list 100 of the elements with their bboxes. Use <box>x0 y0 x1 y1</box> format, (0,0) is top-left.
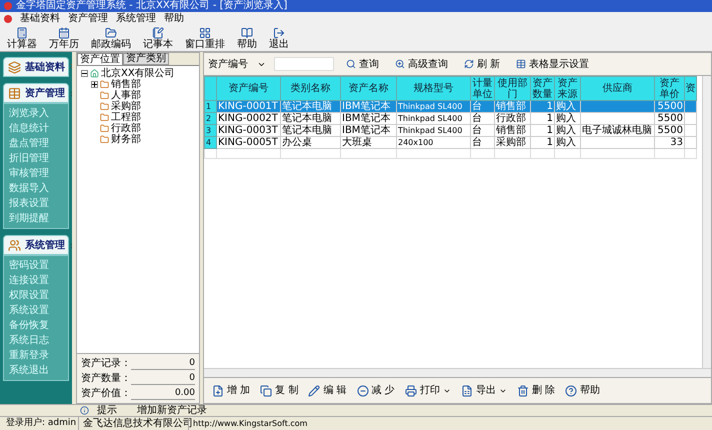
summary-label: 资产记录： <box>81 358 131 370</box>
action-button[interactable]: 导出 <box>460 383 507 398</box>
folder-icon <box>100 135 109 144</box>
calculator-icon <box>16 26 28 38</box>
summary-label: 资产数量： <box>81 372 131 384</box>
tree-node[interactable]: 采购部 <box>111 101 141 112</box>
book-icon <box>241 26 253 38</box>
column-header[interactable]: 计量单位 <box>470 76 494 100</box>
column-header[interactable]: 资产名称 <box>340 76 396 100</box>
action-button[interactable]: 复 制 <box>260 383 298 398</box>
column-header[interactable]: 资产来源 <box>554 76 580 100</box>
folder-icon <box>100 113 109 122</box>
action-button[interactable]: 帮助 <box>564 383 600 398</box>
menu-item[interactable]: 资产管理 <box>68 12 108 24</box>
search-action-button[interactable]: 查询 <box>342 56 383 72</box>
column-header[interactable]: 使用部门 <box>494 76 530 100</box>
toolbar-button[interactable]: 退出 <box>266 26 292 50</box>
action-button[interactable]: 删 除 <box>516 383 555 398</box>
table-cell: 台 <box>470 136 494 148</box>
column-header[interactable]: 资产数量 <box>530 76 554 100</box>
toolbar-button[interactable]: 万年历 <box>46 26 82 50</box>
section-header[interactable]: 基础资料 <box>3 57 69 77</box>
action-button[interactable]: 减 少 <box>356 383 395 398</box>
column-header[interactable]: 资产编号 <box>216 76 280 100</box>
toolbar-button[interactable]: 记事本 <box>140 26 176 50</box>
table-cell: 1 <box>530 136 554 148</box>
summary-label: 资产价值： <box>81 388 131 400</box>
corner-cell <box>204 76 216 100</box>
table-cell: 33 <box>654 136 684 148</box>
expand-icon[interactable] <box>91 81 98 88</box>
folder-icon <box>100 124 109 133</box>
row-number: 2 <box>204 112 216 124</box>
action-button[interactable]: 打印 <box>404 383 451 398</box>
row-number: 4 <box>204 136 216 148</box>
tree-node[interactable]: 工程部 <box>111 112 141 123</box>
tree-node[interactable]: 北京XX有限公司 <box>101 68 175 79</box>
table-cell: KING-0005T <box>216 136 280 148</box>
file-plus-icon <box>212 384 224 396</box>
info-icon <box>80 406 89 415</box>
section-title: 资产管理 <box>25 86 65 100</box>
calendar-icon <box>58 26 70 38</box>
action-button[interactable]: 编 辑 <box>308 383 347 398</box>
trash-icon <box>516 384 529 396</box>
field-dropdown[interactable]: 资产编号 <box>208 56 266 72</box>
column-header[interactable]: 资 <box>684 76 696 100</box>
tree-node[interactable]: 行政部 <box>111 123 141 134</box>
collapse-icon[interactable] <box>81 70 88 77</box>
grid-icon <box>199 26 211 38</box>
status-user: 登录用户: admin <box>6 416 76 430</box>
search-icon <box>346 59 356 69</box>
spreadsheet-icon <box>460 384 473 396</box>
column-header[interactable]: 供应商 <box>580 76 654 100</box>
section-title: 系统管理 <box>25 238 65 252</box>
printer-icon <box>404 384 417 396</box>
house-icon <box>90 69 99 78</box>
tree-node[interactable]: 财务部 <box>111 134 141 145</box>
hint-label: 提示 <box>97 405 117 416</box>
exit-icon <box>273 26 285 38</box>
column-header[interactable]: 资产单价 <box>654 76 684 100</box>
copy-icon <box>260 384 272 396</box>
toolbar-button[interactable]: 帮助 <box>234 26 260 50</box>
toolbar-button[interactable]: 窗口重排 <box>182 26 228 50</box>
toolbar-button[interactable]: 计算器 <box>4 26 40 50</box>
summary-value: 0.00 <box>131 387 195 400</box>
table-cell: 购入 <box>554 136 580 148</box>
table-row[interactable]: 2 KING-0002T 笔记本电脑 IBM笔记本 Thinkpad SL400 台 行政部 1 购入 5500 <box>204 112 696 124</box>
notebook-icon <box>152 26 164 38</box>
section-header[interactable]: 资产管理 <box>3 83 69 103</box>
column-header[interactable]: 类别名称 <box>280 76 340 100</box>
search-action-button[interactable]: 高级查询 <box>391 56 452 72</box>
hint-message: 增加新资产记录 <box>137 405 207 416</box>
pencil-icon <box>308 384 320 396</box>
zoom-icon <box>395 59 405 69</box>
tree-node[interactable]: 销售部 <box>111 79 141 90</box>
table-cell: 大班桌 <box>340 136 396 148</box>
search-action-button[interactable]: 表格显示设置 <box>512 56 594 72</box>
menu-item[interactable]: 基础资料 <box>20 12 60 24</box>
table-icon <box>516 59 526 69</box>
table-row[interactable]: 1 KING-0001T 笔记本电脑 IBM笔记本 Thinkpad SL400 台 销售部 1 购入 5500 <box>204 100 696 112</box>
table-cell: 240x100 <box>396 136 470 148</box>
minus-icon <box>356 384 369 396</box>
menu-item[interactable]: 系统管理 <box>116 12 156 24</box>
section-header[interactable]: 系统管理 <box>3 235 69 255</box>
tab[interactable]: 资产位置 <box>77 53 123 65</box>
table-row[interactable]: 3 KING-0003T 笔记本电脑 IBM笔记本 Thinkpad SL400 台 销售部 1 购入 电子城诚林电脑 5500 <box>204 124 696 136</box>
search-action-button[interactable]: 刷 新 <box>460 56 504 72</box>
toolbar-button[interactable]: 邮政编码 <box>88 26 134 50</box>
action-button[interactable]: 增 加 <box>212 383 250 398</box>
table-row[interactable]: 4 KING-0005T 办公桌 大班桌 240x100 台 采购部 1 购入 33 <box>204 136 696 148</box>
tree-node[interactable]: 人事部 <box>111 90 141 101</box>
table-cell: 办公桌 <box>280 136 340 148</box>
table-icon <box>8 86 21 100</box>
folder-icon <box>100 102 109 111</box>
menu-item[interactable]: 帮助 <box>164 12 184 24</box>
users-icon <box>8 238 21 252</box>
stack-icon <box>8 60 21 74</box>
column-header[interactable]: 规格型号 <box>396 76 470 100</box>
tab[interactable]: 资产类别 <box>123 53 169 65</box>
search-field[interactable] <box>274 57 334 71</box>
summary-value: 0 <box>131 357 195 370</box>
